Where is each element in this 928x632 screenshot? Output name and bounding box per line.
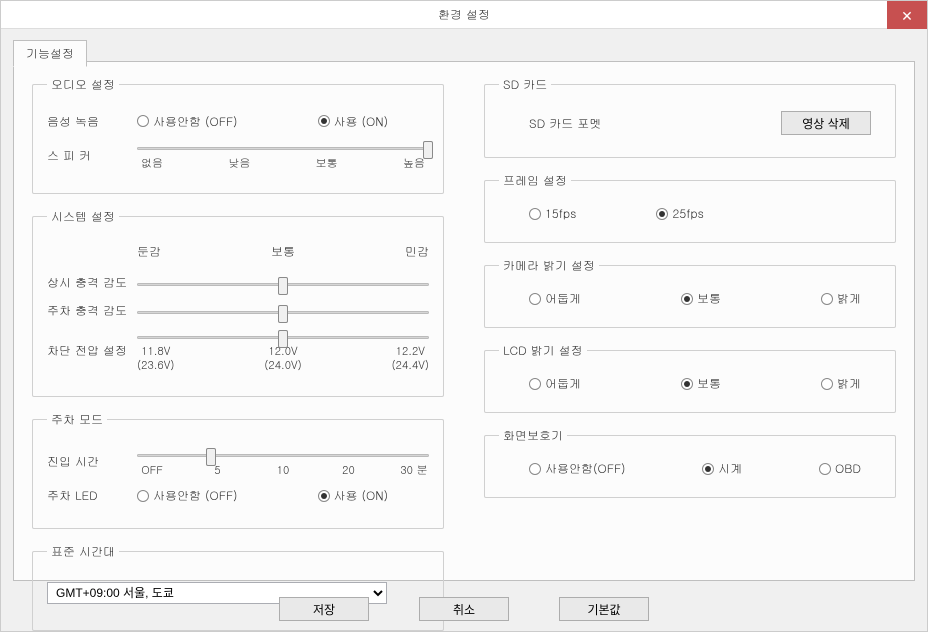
left-column: 오디오 설정 음성 녹음 사용안함 (OFF) 사용 (ON) bbox=[32, 76, 444, 570]
always-shock-thumb[interactable] bbox=[278, 277, 288, 295]
lcd-legend: LCD 밝기 설정 bbox=[499, 342, 587, 359]
cutoff-voltage-thumb[interactable] bbox=[278, 330, 288, 348]
parking-shock-label: 주차 충격 감도 bbox=[47, 302, 137, 319]
saver-obd-radio[interactable]: OBD bbox=[819, 460, 861, 477]
fps-15-radio[interactable]: 15fps bbox=[529, 205, 576, 222]
close-button[interactable]: ✕ bbox=[887, 1, 927, 29]
audio-settings-group: 오디오 설정 음성 녹음 사용안함 (OFF) 사용 (ON) bbox=[32, 76, 444, 194]
system-settings-group: 시스템 설정 둔감 보통 민감 상시 충격 감도 bbox=[32, 208, 444, 397]
cancel-button[interactable]: 취소 bbox=[419, 597, 509, 621]
footer: 저장 취소 기본값 bbox=[1, 597, 927, 621]
titlebar: 환경 설정 ✕ bbox=[1, 1, 927, 29]
system-legend: 시스템 설정 bbox=[47, 208, 119, 225]
lcd-dark-radio[interactable]: 어둡게 bbox=[529, 375, 581, 392]
settings-window: 환경 설정 ✕ 기능설정 오디오 설정 음성 녹음 사용안함 (OFF) bbox=[0, 0, 928, 632]
camera-legend: 카메라 밝기 설정 bbox=[499, 257, 599, 274]
window-title: 환경 설정 bbox=[438, 6, 490, 23]
parking-shock-slider[interactable] bbox=[137, 311, 429, 314]
sd-card-group: SD 카드 SD 카드 포멧 영상 삭제 bbox=[484, 76, 896, 158]
sd-legend: SD 카드 bbox=[499, 76, 551, 93]
screensaver-legend: 화면보호기 bbox=[499, 427, 567, 444]
parking-shock-thumb[interactable] bbox=[278, 305, 288, 323]
cam-dark-radio[interactable]: 어둡게 bbox=[529, 290, 581, 307]
parking-mode-group: 주차 모드 진입 시간 OFF 5 10 20 bbox=[32, 411, 444, 529]
save-button[interactable]: 저장 bbox=[279, 597, 369, 621]
parking-legend: 주차 모드 bbox=[47, 411, 107, 428]
saver-off-radio[interactable]: 사용안함(OFF) bbox=[529, 460, 626, 477]
cam-mid-radio[interactable]: 보통 bbox=[681, 290, 721, 307]
delete-video-button[interactable]: 영상 삭제 bbox=[781, 111, 871, 135]
parking-led-label: 주차 LED bbox=[47, 487, 137, 504]
camera-brightness-group: 카메라 밝기 설정 어둡게 보통 밝게 bbox=[484, 257, 896, 328]
cutoff-voltage-label: 차단 전압 설정 bbox=[47, 342, 137, 359]
saver-clock-radio[interactable]: 시계 bbox=[702, 460, 742, 477]
voice-record-on-radio[interactable]: 사용 (ON) bbox=[318, 113, 389, 130]
default-button[interactable]: 기본값 bbox=[559, 597, 649, 621]
close-icon: ✕ bbox=[901, 5, 913, 25]
parking-led-on-radio[interactable]: 사용 (ON) bbox=[318, 487, 389, 504]
timezone-legend: 표준 시간대 bbox=[47, 543, 119, 560]
fps-25-radio[interactable]: 25fps bbox=[656, 205, 703, 222]
lcd-bright-radio[interactable]: 밝게 bbox=[821, 375, 861, 392]
lcd-mid-radio[interactable]: 보통 bbox=[681, 375, 721, 392]
voice-record-label: 음성 녹음 bbox=[47, 113, 137, 130]
always-shock-slider[interactable] bbox=[137, 283, 429, 286]
right-column: SD 카드 SD 카드 포멧 영상 삭제 프레임 설정 15fps 25fps bbox=[484, 76, 896, 570]
cam-bright-radio[interactable]: 밝게 bbox=[821, 290, 861, 307]
frame-settings-group: 프레임 설정 15fps 25fps bbox=[484, 172, 896, 243]
parking-led-off-radio[interactable]: 사용안함 (OFF) bbox=[137, 487, 238, 504]
entry-time-slider[interactable] bbox=[137, 454, 429, 457]
client-area: 기능설정 오디오 설정 음성 녹음 사용안함 (OFF) 사용 (ON) bbox=[13, 39, 915, 583]
audio-legend: 오디오 설정 bbox=[47, 76, 119, 93]
speaker-label: 스 피 커 bbox=[47, 147, 137, 164]
entry-time-label: 진입 시간 bbox=[47, 453, 137, 470]
voice-record-off-radio[interactable]: 사용안함 (OFF) bbox=[137, 113, 238, 130]
frame-legend: 프레임 설정 bbox=[499, 172, 571, 189]
speaker-slider-thumb[interactable] bbox=[423, 141, 433, 159]
lcd-brightness-group: LCD 밝기 설정 어둡게 보통 밝게 bbox=[484, 342, 896, 413]
screensaver-group: 화면보호기 사용안함(OFF) 시계 OBD bbox=[484, 427, 896, 498]
tab-function-settings[interactable]: 기능설정 bbox=[13, 40, 87, 67]
always-shock-label: 상시 충격 감도 bbox=[47, 274, 137, 291]
tab-strip: 기능설정 bbox=[13, 39, 915, 61]
entry-time-thumb[interactable] bbox=[206, 448, 216, 466]
tab-panel: 오디오 설정 음성 녹음 사용안함 (OFF) 사용 (ON) bbox=[13, 61, 915, 581]
cutoff-voltage-slider[interactable] bbox=[137, 336, 429, 339]
sd-format-label: SD 카드 포멧 bbox=[529, 115, 601, 132]
speaker-slider[interactable] bbox=[137, 147, 429, 150]
